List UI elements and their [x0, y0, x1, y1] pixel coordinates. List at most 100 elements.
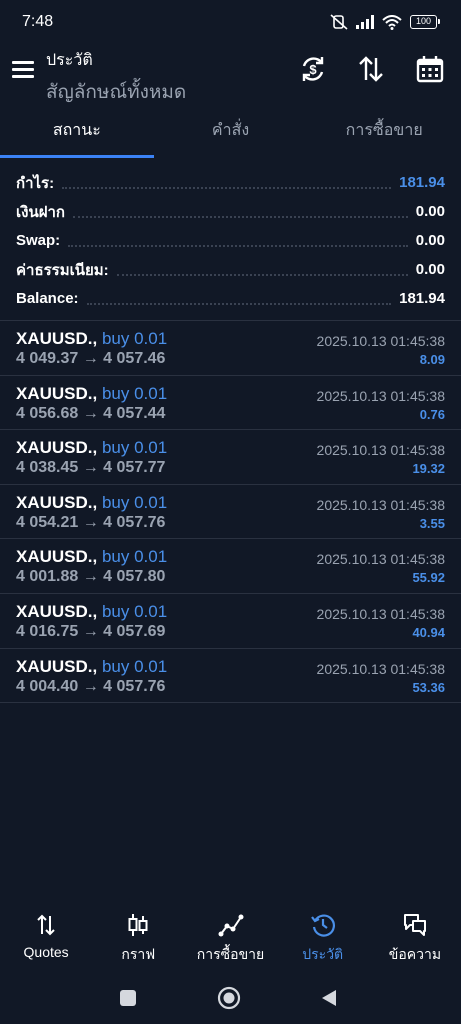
status-bar: 7:48 100 — [0, 0, 461, 42]
candlestick-icon — [128, 914, 148, 936]
header-titles: ประวัติ สัญลักษณ์ทั้งหมด — [46, 48, 186, 107]
summary-panel: กำไร: 181.94 เงินฝาก 0.00 Swap: 0.00 ค่า… — [0, 168, 461, 313]
deal-prices: 4 054.21 → 4 057.76 — [16, 513, 166, 531]
dotted-leader — [116, 273, 408, 276]
deal-time: 2025.10.13 01:45:38 — [316, 496, 445, 513]
calendar-icon — [416, 56, 444, 83]
deposit-value: 0.00 — [415, 203, 445, 220]
summary-row-deposit: เงินฝาก 0.00 — [0, 197, 461, 226]
nav-label: กราฟ — [121, 946, 156, 962]
deal-time: 2025.10.13 01:45:38 — [316, 387, 445, 404]
list-item[interactable]: XAUUSD., buy 0.01 4 038.45 → 4 057.77 20… — [0, 430, 461, 485]
deal-time: 2025.10.13 01:45:38 — [316, 660, 445, 677]
deal-time: 2025.10.13 01:45:38 — [316, 333, 445, 349]
dotted-leader — [73, 215, 408, 218]
commission-value: 0.00 — [415, 261, 445, 278]
deals-list: XAUUSD., buy 0.01 4 049.37 → 4 057.46 20… — [0, 320, 461, 704]
deal-prices: 4 004.40 → 4 057.76 — [16, 677, 166, 695]
deal-side: buy 0.01 — [101, 383, 168, 403]
deal-symbol: XAUUSD., buy 0.01 — [16, 493, 167, 513]
deal-symbol: XAUUSD., buy 0.01 — [16, 438, 167, 458]
deal-profit: 8.09 — [419, 352, 445, 367]
swap-label: Swap: — [16, 232, 61, 249]
back-triangle-icon — [322, 990, 336, 1006]
nav-quotes[interactable]: Quotes — [0, 912, 92, 972]
system-nav-bar — [0, 978, 461, 1018]
trade-line-icon — [218, 914, 243, 937]
deal-symbol-name: XAUUSD., — [16, 547, 98, 567]
commission-label: ค่าธรรมเนียม: — [16, 261, 109, 279]
sort-button[interactable] — [356, 54, 388, 86]
refresh-dollar-button[interactable]: $ — [298, 54, 330, 86]
nav-messages[interactable]: ข้อความ — [369, 912, 461, 972]
deal-profit: 53.36 — [412, 679, 445, 695]
deal-profit: 55.92 — [412, 570, 445, 586]
deal-prices: 4 056.68 → 4 057.44 — [16, 404, 166, 422]
deal-profit: 0.76 — [419, 406, 445, 422]
symbol-filter[interactable]: สัญลักษณ์ทั้งหมด — [46, 77, 186, 107]
bottom-nav: Quotes กราฟ การซื้อขาย ประวัติ ข้อความ — [0, 912, 461, 972]
home-button[interactable] — [217, 986, 241, 1015]
deal-side: buy 0.01 — [101, 329, 168, 348]
nav-label: การซื้อขาย — [196, 946, 265, 962]
deal-symbol-name: XAUUSD., — [16, 601, 98, 621]
tab-orders[interactable]: คำสั่ง — [154, 106, 308, 158]
app-header: ประวัติ สัญลักษณ์ทั้งหมด $ — [0, 42, 461, 106]
list-item[interactable]: XAUUSD., buy 0.01 4 056.68 → 4 057.44 20… — [0, 376, 461, 431]
deal-prices: 4 049.37 → 4 057.46 — [16, 350, 166, 367]
list-item[interactable]: XAUUSD., buy 0.01 4 001.88 → 4 057.80 20… — [0, 539, 461, 594]
deal-prices: 4 001.88 → 4 057.80 — [16, 568, 166, 586]
swap-value: 0.00 — [415, 232, 445, 249]
list-item[interactable]: XAUUSD., buy 0.01 4 049.37 → 4 057.46 20… — [0, 321, 461, 376]
circle-icon — [217, 986, 241, 1010]
tab-positions[interactable]: สถานะ — [0, 106, 154, 158]
square-icon — [120, 990, 136, 1006]
summary-row-swap: Swap: 0.00 — [0, 226, 461, 255]
balance-value: 181.94 — [399, 290, 445, 307]
deal-side: buy 0.01 — [101, 601, 168, 621]
nav-trade[interactable]: การซื้อขาย — [184, 912, 276, 972]
calendar-button[interactable] — [415, 54, 447, 86]
status-icons: 100 — [330, 14, 440, 30]
menu-icon[interactable] — [12, 61, 34, 79]
deal-symbol-name: XAUUSD., — [16, 438, 98, 458]
deal-side: buy 0.01 — [101, 547, 168, 567]
tab-deals[interactable]: การซื้อขาย — [307, 106, 461, 158]
dotted-leader — [68, 244, 408, 247]
deal-side: buy 0.01 — [101, 492, 168, 512]
back-button[interactable] — [320, 989, 338, 1012]
status-time: 7:48 — [22, 13, 54, 30]
history-screen: 7:48 100 ประวัติ สัญลักษณ์ทั้งหมด $ สถาน… — [0, 0, 461, 1024]
nav-label: Quotes — [23, 944, 69, 960]
deal-symbol-name: XAUUSD., — [16, 329, 98, 348]
deal-symbol-name: XAUUSD., — [16, 492, 98, 512]
list-item[interactable]: XAUUSD., buy 0.01 4 016.75 → 4 057.69 20… — [0, 594, 461, 649]
deal-profit: 3.55 — [419, 515, 445, 531]
nav-chart[interactable]: กราฟ — [92, 912, 184, 972]
page-title: ประวัติ — [46, 52, 93, 69]
list-item[interactable]: XAUUSD., buy 0.01 4 054.21 → 4 057.76 20… — [0, 485, 461, 540]
nav-label: ข้อความ — [388, 946, 442, 962]
deal-prices: 4 038.45 → 4 057.77 — [16, 459, 166, 477]
deposit-label: เงินฝาก — [16, 203, 65, 221]
deal-symbol-name: XAUUSD., — [16, 656, 98, 676]
list-item[interactable]: XAUUSD., buy 0.01 4 004.40 → 4 057.76 20… — [0, 649, 461, 704]
deal-side: buy 0.01 — [101, 438, 168, 458]
deal-prices: 4 016.75 → 4 057.69 — [16, 622, 166, 640]
deal-symbol: XAUUSD., buy 0.01 — [16, 657, 167, 677]
nav-label: ประวัติ — [302, 946, 344, 962]
profit-value: 181.94 — [399, 174, 445, 191]
nav-history[interactable]: ประวัติ — [277, 912, 369, 972]
refresh-dollar-icon: $ — [302, 57, 324, 81]
deal-symbol-name: XAUUSD., — [16, 383, 98, 403]
balance-label: Balance: — [16, 290, 79, 307]
signal-icon — [356, 15, 374, 29]
recent-apps-button[interactable] — [120, 990, 136, 1011]
summary-row-profit: กำไร: 181.94 — [0, 168, 461, 197]
dotted-leader — [86, 302, 392, 305]
sort-arrows-icon — [37, 914, 55, 936]
deal-symbol: XAUUSD., buy 0.01 — [16, 547, 167, 567]
deal-symbol: XAUUSD., buy 0.01 — [16, 329, 167, 349]
deal-profit: 40.94 — [412, 624, 445, 640]
history-tabs: สถานะ คำสั่ง การซื้อขาย — [0, 106, 461, 158]
